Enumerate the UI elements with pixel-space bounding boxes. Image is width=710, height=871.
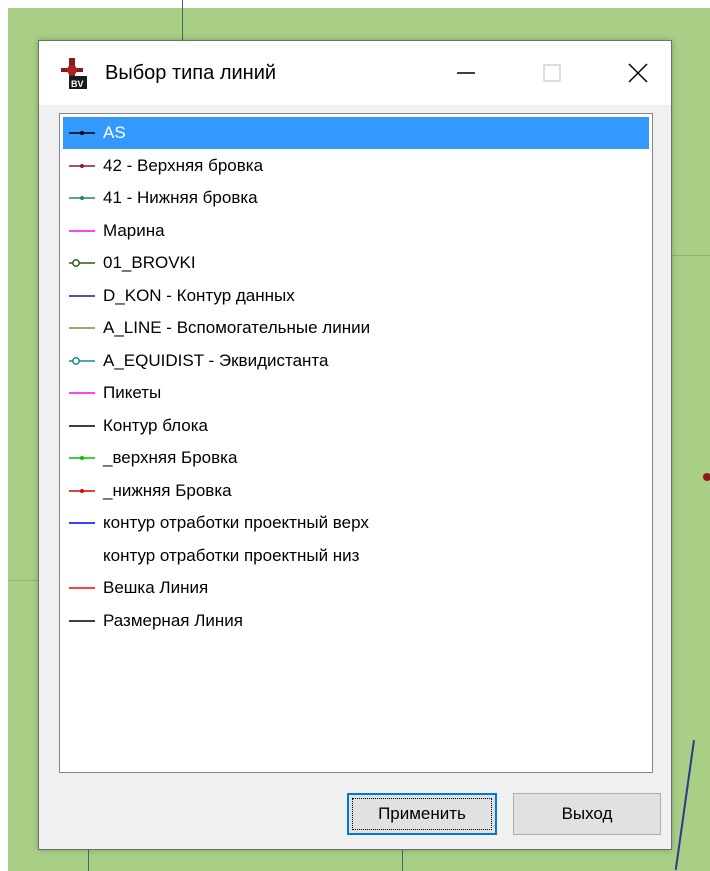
list-item-label: _нижняя Бровка [103, 480, 232, 500]
list-item[interactable]: D_KON - Контур данных [63, 280, 649, 312]
line-sample-icon [69, 619, 95, 622]
workspace-grid-line [8, 580, 38, 581]
workspace-line [88, 850, 89, 871]
minimize-icon [457, 72, 475, 74]
app-icon: BV [61, 58, 87, 89]
list-item-label: A_LINE - Вспомогательные линии [103, 318, 371, 337]
maximize-icon [543, 64, 561, 82]
workspace-edge-left [0, 0, 8, 871]
workspace-point [703, 473, 710, 481]
list-item[interactable]: Вешка Линия [63, 572, 649, 604]
line-sample-icon [69, 229, 95, 232]
list-item-label: Вешка Линия [103, 578, 209, 597]
list-item-label: Размерная Линия [103, 610, 243, 630]
list-item[interactable]: A_LINE - Вспомогательные линии [63, 312, 649, 344]
line-sample-icon [69, 196, 95, 200]
line-sample-icon [69, 456, 95, 460]
list-item[interactable]: Контур блока [63, 410, 649, 442]
line-sample-icon [69, 356, 95, 365]
list-item-label: 41 - Нижняя бровка [103, 188, 258, 207]
list-item-label: _верхняя Бровка [103, 448, 238, 467]
workspace-line [182, 0, 183, 40]
list-item[interactable]: Пикеты [63, 377, 649, 409]
list-item[interactable]: 42 - Верхняя бровка [63, 150, 649, 182]
list-item[interactable]: _нижняя Бровка [63, 475, 649, 507]
list-item[interactable]: A_EQUIDIST - Эквидистанта [63, 345, 649, 377]
list-item-label: Контур блока [103, 415, 209, 435]
line-sample-icon [69, 554, 95, 557]
exit-button-label: Выход [561, 804, 613, 823]
window-title: Выбор типа линий [105, 62, 277, 84]
workspace-line [402, 850, 403, 871]
close-icon [628, 63, 648, 83]
focus-ring [352, 798, 492, 830]
line-type-dialog: BV Выбор типа линий AS 42 - Верхняя бровк… [38, 40, 672, 850]
line-sample-icon [69, 294, 95, 297]
list-item-label: 42 - Верхняя бровка [103, 155, 264, 175]
apply-button[interactable]: Применить [347, 793, 497, 835]
exit-button[interactable]: Выход [513, 793, 661, 835]
list-item[interactable]: Размерная Линия [63, 605, 649, 637]
list-item-label: Марина [103, 220, 165, 240]
line-sample-icon [69, 392, 95, 394]
minimize-button[interactable] [437, 41, 495, 105]
list-item-label: контур отработки проектный верх [103, 513, 369, 532]
list-item[interactable]: контур отработки проектный верх [63, 507, 649, 539]
line-sample-icon [69, 327, 95, 329]
line-sample-icon [69, 522, 95, 524]
list-item[interactable]: 41 - Нижняя бровка [63, 182, 649, 214]
workspace-edge-top [0, 0, 710, 8]
list-item[interactable]: контур отработки проектный низ [63, 540, 649, 572]
workspace-grid-line [672, 255, 710, 256]
app-icon-text: BV [71, 79, 84, 89]
list-item-label: контур отработки проектный низ [103, 545, 360, 565]
line-sample-icon [69, 424, 95, 427]
list-item-label: D_KON - Контур данных [103, 285, 295, 305]
line-type-list[interactable]: AS 42 - Верхняя бровка 41 - Нижняя бровка М… [59, 113, 653, 773]
list-item[interactable]: _верхняя Бровка [63, 442, 649, 474]
line-sample-icon [69, 131, 95, 135]
list-item-label: A_EQUIDIST - Эквидистанта [103, 350, 329, 370]
list-item[interactable]: Марина [63, 215, 649, 247]
list-item-label: Пикеты [103, 383, 162, 402]
workspace-line [674, 740, 695, 871]
line-sample-icon [69, 259, 95, 267]
list-item-label: 01_BROVKI [103, 253, 196, 272]
line-sample-icon [69, 163, 95, 168]
line-sample-icon [69, 488, 95, 493]
maximize-button[interactable] [523, 41, 581, 105]
close-button[interactable] [609, 41, 667, 105]
list-item-label: AS [103, 123, 126, 142]
list-item[interactable]: AS [63, 117, 649, 149]
line-sample-icon [69, 587, 95, 589]
list-item[interactable]: 01_BROVKI [63, 247, 649, 279]
title-bar[interactable]: BV Выбор типа линий [39, 41, 671, 105]
